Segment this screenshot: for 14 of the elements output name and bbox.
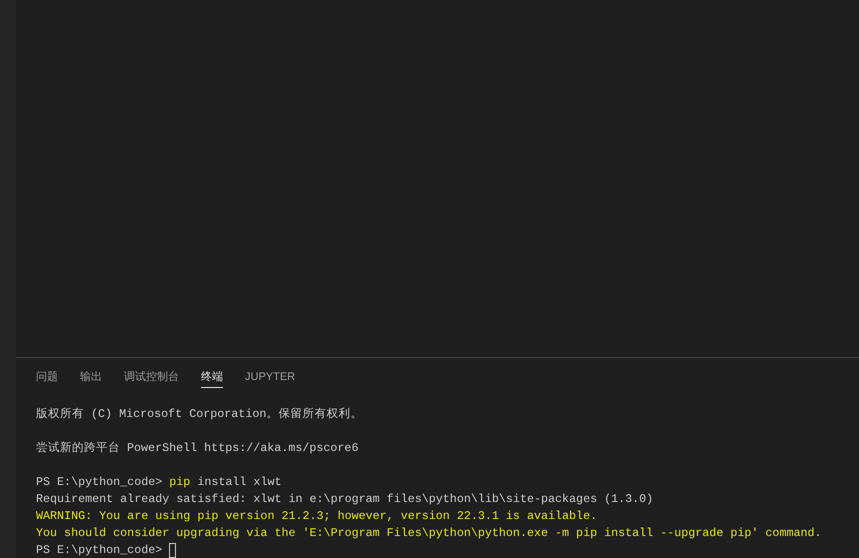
panel-tab[interactable]: 调试控制台 bbox=[124, 366, 179, 388]
terminal-text: 版权所有 (C) Microsoft Corporation。保留所有权利。 bbox=[36, 406, 362, 423]
terminal-text: 尝试新的跨平台 PowerShell https://aka.ms/pscore6 bbox=[36, 440, 358, 457]
panel-tab[interactable]: 输出 bbox=[80, 366, 102, 388]
terminal-text: PS E:\python_code> bbox=[36, 474, 164, 491]
panel-tab[interactable]: 终端 bbox=[201, 366, 223, 388]
warning-text: WARNING: You are using pip version 21.2.3; however, version 22.3.1 is available. bbox=[36, 508, 598, 525]
terminal-text: install xlwt bbox=[196, 474, 282, 491]
warning-text: You should consider upgrading via the 'E:\Program Files\python\python.exe -m pip install --upgrade pip' command. bbox=[36, 525, 822, 542]
panel-tab[interactable]: JUPYTER bbox=[245, 366, 296, 388]
terminal-text: PS E:\python_code> bbox=[36, 542, 164, 558]
command-text: pip bbox=[169, 474, 190, 491]
terminal-text: Requirement already satisfied: xlwt in e:\program files\python\lib\site-packages (1.3.0) bbox=[36, 491, 654, 508]
panel-tab[interactable]: 问题 bbox=[36, 366, 58, 388]
